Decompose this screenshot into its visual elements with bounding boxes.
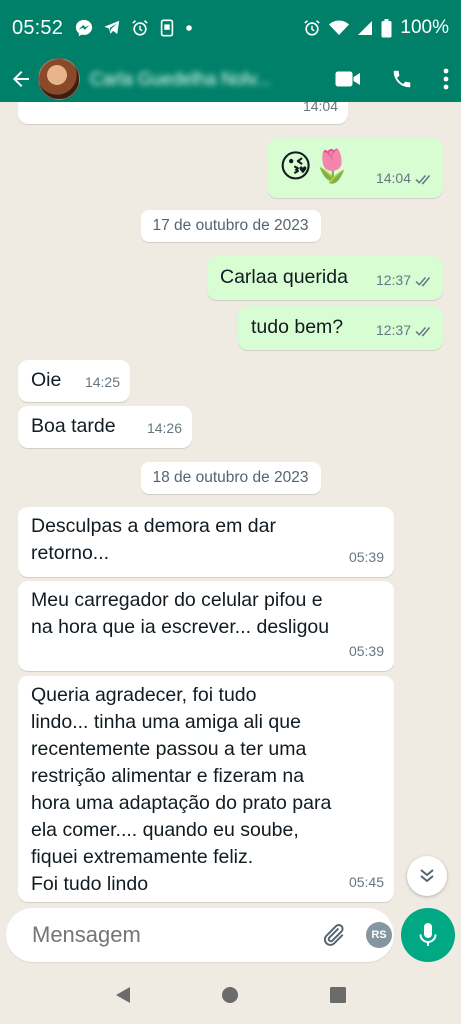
paperclip-icon[interactable] bbox=[320, 922, 346, 948]
avatar[interactable] bbox=[38, 58, 80, 100]
message-meta: 14:04 bbox=[376, 165, 433, 192]
message-time: 12:37 bbox=[375, 322, 411, 338]
message-incoming[interactable]: Queria agradecer, foi tudo lindo... tinh… bbox=[18, 676, 394, 902]
date-divider: 18 de outubro de 2023 bbox=[140, 462, 321, 494]
message-time: 14:04 bbox=[375, 170, 411, 186]
scroll-to-bottom-button[interactable] bbox=[407, 856, 447, 896]
status-bar: 05:52 100% bbox=[0, 0, 461, 56]
message-text: Meu carregador do celular pifou e na hor… bbox=[31, 589, 330, 638]
message-text: tudo bem? bbox=[251, 316, 344, 338]
message-incoming[interactable]: Desculpas a demora em dar retorno... 05:… bbox=[18, 507, 394, 577]
message-input-container[interactable]: RS bbox=[6, 908, 437, 962]
message-outgoing[interactable]: 😘🌷 14:04 bbox=[267, 138, 443, 198]
message-text: Boa tarde bbox=[31, 415, 116, 437]
wifi-icon bbox=[329, 20, 350, 35]
chat-messages[interactable]: 14:04 😘🌷 14:04 17 de outubro de 2023 Car… bbox=[0, 102, 461, 906]
signal-icon bbox=[358, 21, 373, 35]
message-meta: 05:39 bbox=[349, 638, 384, 665]
message-time: 14:26 bbox=[146, 420, 182, 436]
message-input[interactable] bbox=[32, 922, 320, 948]
message-meta: 12:37 bbox=[376, 267, 433, 294]
contact-name[interactable]: Carla Guedelha Nolv... bbox=[90, 69, 271, 90]
voice-call-icon[interactable] bbox=[391, 68, 413, 90]
message-text: Oie bbox=[31, 369, 62, 391]
message-time: 14:25 bbox=[84, 374, 120, 390]
video-call-icon[interactable] bbox=[335, 69, 361, 89]
message-text: Desculpas a demora em dar retorno... bbox=[31, 515, 276, 564]
system-navigation-bar bbox=[0, 966, 461, 1024]
message-incoming[interactable]: Oie 14:25 bbox=[18, 360, 130, 402]
message-time: 05:39 bbox=[348, 549, 384, 565]
messenger-icon bbox=[75, 19, 93, 37]
message-meta: 14:26 bbox=[147, 415, 182, 442]
screen-icon bbox=[160, 19, 174, 37]
nav-back-icon[interactable] bbox=[114, 985, 132, 1005]
message-time: 05:45 bbox=[348, 874, 384, 890]
message-incoming[interactable]: Meu carregador do celular pifou e na hor… bbox=[18, 581, 394, 671]
rs-currency-badge[interactable]: RS bbox=[366, 922, 392, 948]
battery-icon bbox=[381, 18, 392, 37]
message-meta: 05:45 bbox=[349, 869, 384, 896]
microphone-button[interactable] bbox=[401, 908, 455, 962]
microphone-icon bbox=[419, 923, 437, 946]
back-arrow-icon[interactable] bbox=[8, 66, 34, 92]
date-divider: 17 de outubro de 2023 bbox=[140, 210, 321, 242]
nav-recents-icon[interactable] bbox=[329, 986, 347, 1004]
message-text: Queria agradecer, foi tudo lindo... tinh… bbox=[31, 684, 332, 895]
alarm-icon bbox=[304, 20, 321, 36]
read-ticks-icon bbox=[415, 326, 431, 337]
alarm-icon bbox=[132, 20, 148, 36]
battery-percent: 100% bbox=[400, 17, 449, 38]
message-incoming[interactable]: Boa tarde 14:26 bbox=[18, 406, 192, 448]
status-time: 05:52 bbox=[12, 16, 64, 39]
message-meta: 12:37 bbox=[376, 317, 433, 344]
telegram-icon bbox=[104, 20, 120, 34]
message-partial[interactable]: 14:04 bbox=[18, 102, 348, 124]
message-text: Carlaa querida bbox=[220, 266, 348, 288]
message-meta: 05:39 bbox=[349, 544, 384, 571]
message-time: 05:39 bbox=[348, 643, 384, 659]
double-chevron-down-icon bbox=[420, 869, 434, 883]
read-ticks-icon bbox=[415, 276, 431, 287]
message-emoji: 😘🌷 bbox=[279, 148, 353, 184]
header-actions bbox=[335, 68, 449, 90]
message-outgoing[interactable]: tudo bem? 12:37 bbox=[238, 306, 443, 350]
status-notification-icons bbox=[75, 19, 193, 37]
message-time: 12:37 bbox=[375, 272, 411, 288]
message-outgoing[interactable]: Carlaa querida 12:37 bbox=[207, 256, 443, 300]
read-ticks-icon bbox=[415, 174, 431, 185]
message-time: 14:04 bbox=[302, 102, 338, 114]
nav-home-icon[interactable] bbox=[220, 985, 240, 1005]
message-composer: RS bbox=[0, 906, 461, 966]
message-meta: 14:25 bbox=[85, 369, 120, 396]
dot-icon bbox=[186, 25, 192, 31]
more-options-icon[interactable] bbox=[443, 68, 449, 90]
status-system-icons: 100% bbox=[303, 17, 449, 39]
chat-header: Carla Guedelha Nolv... bbox=[0, 56, 461, 102]
